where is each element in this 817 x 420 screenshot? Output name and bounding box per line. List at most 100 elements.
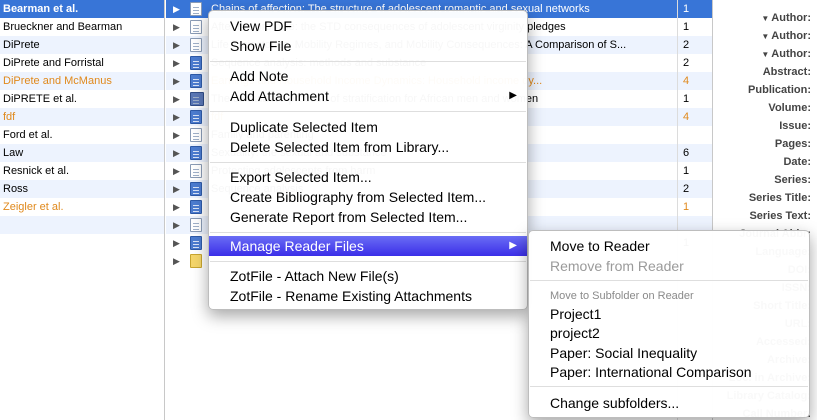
- creator-cell[interactable]: DiPrete: [0, 36, 164, 54]
- info-field-label: ▼ Author:: [761, 30, 811, 42]
- submenu-section-header: Move to Subfolder on Reader: [550, 290, 694, 302]
- info-field-text: Date:: [783, 156, 811, 168]
- info-field-label: Publication:: [748, 84, 811, 96]
- info-field-text: Series Text:: [749, 210, 811, 222]
- creator-cell[interactable]: Ross: [0, 180, 164, 198]
- expand-triangle-icon[interactable]: ▶: [173, 72, 180, 90]
- menu-add-attachment-label: Add Attachment: [230, 88, 329, 104]
- submenu-folder-international-comparison[interactable]: Paper: International Comparison: [529, 362, 809, 382]
- document-icon: [190, 182, 202, 196]
- document-icon: [190, 128, 202, 142]
- info-field-text: Publication:: [748, 84, 811, 96]
- info-field-text: Author:: [771, 12, 811, 24]
- creator-cell[interactable]: DiPrete and Forristal: [0, 54, 164, 72]
- menu-export-item[interactable]: Export Selected Item...: [209, 167, 527, 187]
- expand-triangle-icon[interactable]: ▶: [173, 90, 180, 108]
- creator-cell[interactable]: Ford et al.: [0, 126, 164, 144]
- info-field-label: Pages:: [775, 138, 811, 150]
- attachment-count: 4: [678, 72, 713, 90]
- info-field-label: Series:: [774, 174, 811, 186]
- menu-separator: [210, 162, 526, 163]
- submenu-folder-social-inequality[interactable]: Paper: Social Inequality: [529, 343, 809, 363]
- expand-triangle-icon[interactable]: ▶: [173, 18, 180, 36]
- creator-cell[interactable]: Bearman et al.: [0, 0, 164, 18]
- attachment-count: 2: [678, 180, 713, 198]
- info-field-text: Author:: [771, 48, 811, 60]
- document-icon: [190, 146, 202, 160]
- attachment-count: 1: [683, 21, 690, 33]
- attachment-count: [678, 126, 713, 144]
- creator-cell[interactable]: Resnick et al.: [0, 162, 164, 180]
- dropdown-arrow-icon[interactable]: ▼: [761, 50, 769, 59]
- menu-separator: [530, 386, 808, 387]
- document-icon: [190, 218, 202, 232]
- submenu-move-to-reader[interactable]: Move to Reader: [529, 236, 809, 256]
- submenu-arrow-icon: ▶: [509, 90, 517, 101]
- dropdown-arrow-icon[interactable]: ▼: [761, 32, 769, 41]
- document-icon: [190, 20, 202, 34]
- expand-triangle-icon[interactable]: ▶: [173, 108, 180, 126]
- expand-triangle-icon[interactable]: ▶: [173, 198, 180, 216]
- submenu-arrow-icon: ▶: [509, 240, 517, 251]
- creator-cell[interactable]: Zeigler et al.: [0, 198, 164, 216]
- info-field-label: ▼ Author:: [761, 12, 811, 24]
- menu-separator: [210, 261, 526, 262]
- document-icon: [190, 56, 202, 70]
- attachment-count: 1: [683, 93, 690, 105]
- menu-add-note[interactable]: Add Note: [209, 66, 527, 86]
- creator-cell[interactable]: fdf: [0, 108, 164, 126]
- menu-view-pdf[interactable]: View PDF: [209, 16, 527, 36]
- expand-triangle-icon[interactable]: ▶: [173, 36, 180, 54]
- creator-cell[interactable]: Brueckner and Bearman: [0, 18, 164, 36]
- info-field-text: Series Title:: [748, 192, 811, 204]
- expand-triangle-icon[interactable]: ▶: [173, 54, 180, 72]
- document-icon: [190, 2, 202, 16]
- creator-column: Bearman et al. Brueckner and Bearman DiPre…: [0, 0, 165, 420]
- expand-triangle-icon[interactable]: ▶: [173, 252, 180, 270]
- submenu-folder-project1[interactable]: Project1: [529, 304, 809, 324]
- menu-generate-report[interactable]: Generate Report from Selected Item...: [209, 207, 527, 227]
- menu-add-attachment[interactable]: Add Attachment ▶: [209, 86, 527, 106]
- dropdown-arrow-icon[interactable]: ▼: [761, 14, 769, 23]
- attachment-count: 6: [678, 144, 713, 162]
- book-icon: [190, 92, 204, 106]
- menu-zotfile-attach-new[interactable]: ZotFile - Attach New File(s): [209, 266, 527, 286]
- info-field-label: Abstract:: [763, 66, 811, 78]
- attachment-count: 4: [678, 108, 713, 126]
- submenu-change-subfolders[interactable]: Change subfolders...: [529, 393, 809, 413]
- attachment-count: 1: [683, 201, 690, 213]
- creator-cell[interactable]: [0, 216, 164, 234]
- info-field-text: Volume:: [768, 102, 811, 114]
- expand-triangle-icon[interactable]: ▶: [173, 234, 180, 252]
- info-field-label: Series Title:: [749, 192, 811, 204]
- submenu-folder-project2[interactable]: project2: [529, 323, 809, 343]
- menu-separator: [210, 61, 526, 62]
- info-field-label: Volume:: [768, 102, 811, 114]
- expand-triangle-icon[interactable]: ▶: [173, 126, 180, 144]
- info-field-text: Abstract:: [762, 66, 811, 78]
- creator-cell[interactable]: DiPrete and McManus: [0, 72, 164, 90]
- document-icon: [190, 200, 202, 214]
- menu-create-bibliography[interactable]: Create Bibliography from Selected Item..…: [209, 187, 527, 207]
- creator-cell[interactable]: Law: [0, 144, 164, 162]
- attachment-count: 1: [683, 165, 690, 177]
- menu-duplicate-item[interactable]: Duplicate Selected Item: [209, 117, 527, 137]
- attachment-count: 2: [683, 57, 690, 69]
- menu-show-file[interactable]: Show File: [209, 36, 527, 56]
- document-icon: [190, 164, 202, 178]
- menu-separator: [530, 280, 808, 281]
- expand-triangle-icon[interactable]: ▶: [173, 180, 180, 198]
- info-field-label: Date:: [783, 156, 811, 168]
- expand-triangle-icon[interactable]: ▶: [173, 0, 180, 18]
- expand-triangle-icon[interactable]: ▶: [173, 162, 180, 180]
- menu-zotfile-rename[interactable]: ZotFile - Rename Existing Attachments: [209, 286, 527, 306]
- reader-files-submenu: Move to Reader Remove from Reader Move t…: [528, 230, 810, 418]
- menu-separator: [210, 111, 526, 112]
- expand-triangle-icon[interactable]: ▶: [173, 216, 180, 234]
- info-field-text: Series:: [774, 174, 811, 186]
- menu-manage-reader-files[interactable]: Manage Reader Files ▶: [209, 236, 527, 256]
- expand-triangle-icon[interactable]: ▶: [173, 144, 180, 162]
- info-field-label: ▼ Author:: [761, 48, 811, 60]
- menu-delete-item[interactable]: Delete Selected Item from Library...: [209, 137, 527, 157]
- creator-cell[interactable]: DiPRETE et al.: [0, 90, 164, 108]
